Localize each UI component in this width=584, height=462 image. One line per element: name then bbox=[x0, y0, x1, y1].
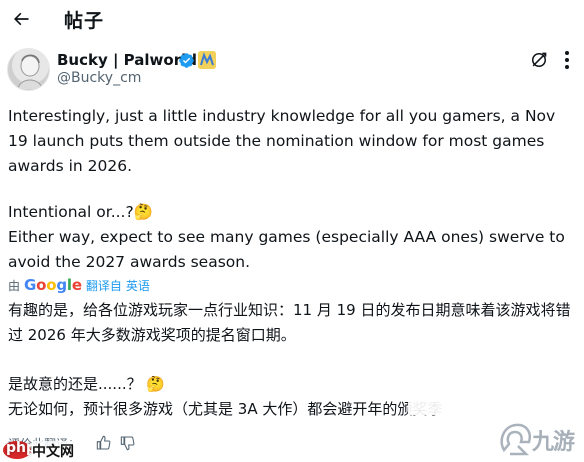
post-text-line: Intentional or...? bbox=[8, 203, 134, 221]
jiuyou-watermark: 九游 bbox=[496, 420, 584, 462]
translation-prefix: 由 bbox=[8, 278, 21, 293]
top-bar: 帖子 bbox=[0, 0, 584, 40]
post-text-paragraph-1: Interestingly, just a little industry kn… bbox=[8, 107, 556, 175]
translated-from-label[interactable]: 翻译自 bbox=[86, 277, 122, 294]
more-vertical-icon[interactable] bbox=[557, 49, 577, 71]
translated-line: 是故意的还是......？ bbox=[8, 375, 142, 393]
grok-icon[interactable] bbox=[529, 50, 549, 70]
arrow-left-icon bbox=[14, 12, 29, 26]
thinking-emoji-icon: 🤔 bbox=[146, 375, 166, 393]
watermark-overlay bbox=[408, 393, 504, 415]
source-language-link[interactable]: 英语 bbox=[126, 277, 150, 294]
watermark-text: 中文网 bbox=[32, 441, 74, 461]
php-watermark: php 中文网 bbox=[0, 438, 90, 462]
thinking-emoji-icon: 🤔 bbox=[133, 203, 154, 221]
jiuyou-logo-icon bbox=[500, 423, 531, 456]
back-button[interactable] bbox=[8, 6, 34, 32]
verified-badge-icon[interactable] bbox=[178, 52, 195, 69]
translated-paragraph-1: 有趣的是，给各位游戏玩家一点行业知识：11 月 19 日的发布日期意味着该游戏将… bbox=[8, 301, 571, 344]
affiliate-logo-icon bbox=[198, 51, 216, 69]
translated-line: 无论如何，预计很多游戏（尤其是 3A 大作）都会避开 bbox=[8, 400, 368, 418]
post-text-paragraph-2: Intentional or...?🤔 Either way, expect t… bbox=[8, 200, 576, 275]
google-logo: Google bbox=[24, 276, 82, 294]
avatar-illustration bbox=[17, 54, 43, 90]
post-text-line: Either way, expect to see many games (es… bbox=[8, 228, 565, 271]
author-display-name[interactable]: Bucky | Palworld bbox=[57, 51, 197, 69]
thumbs-down-icon[interactable] bbox=[120, 435, 136, 451]
page-title: 帖子 bbox=[64, 10, 105, 32]
affiliate-badge-icon[interactable] bbox=[198, 51, 216, 69]
avatar[interactable] bbox=[7, 48, 50, 91]
translation-attribution: 由 Google 翻译自 英语 bbox=[8, 276, 150, 294]
watermark-text: 九游 bbox=[532, 430, 575, 455]
author-handle[interactable]: @Bucky_cm bbox=[57, 70, 141, 86]
thumbs-up-icon[interactable] bbox=[96, 435, 112, 451]
